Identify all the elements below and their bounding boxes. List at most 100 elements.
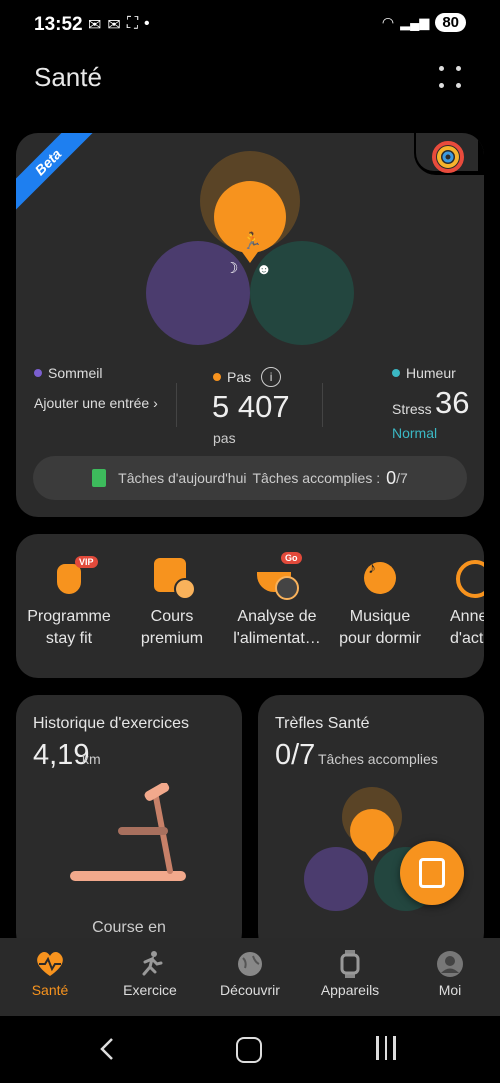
wifi-icon: ◠ <box>381 14 395 30</box>
info-icon[interactable]: i <box>261 367 282 387</box>
screenshot-icon: ⛶ <box>126 15 139 32</box>
page-title: Santé <box>34 62 102 92</box>
dot-icon: • <box>144 15 150 32</box>
quick-item-label: pour dormir <box>339 630 421 647</box>
steps-value: 5 407 <box>212 389 290 424</box>
add-entry-text: Ajouter une entrée <box>34 395 150 411</box>
nav-label: Appareils <box>320 982 380 998</box>
exercise-unit: km <box>82 751 101 767</box>
steps-label-text: Pas <box>227 369 252 385</box>
stress-value: 36 <box>435 385 470 420</box>
quick-item-label: Programme <box>27 608 111 625</box>
mood-label-text: Humeur <box>406 365 456 381</box>
food-bowl-icon: Go <box>257 552 302 600</box>
nav-label: Exercice <box>123 982 177 998</box>
exercise-caption: Course en <box>92 919 166 936</box>
watch-icon <box>340 950 360 978</box>
body-icon: VIP <box>49 556 98 596</box>
bottom-navigation: Santé Exercice Découvrir Appareils Moi <box>0 938 500 1016</box>
sleep-music-icon: ♪ <box>360 556 400 596</box>
sleep-label: Sommeil <box>34 365 102 381</box>
clover-caption: Tâches accomplies <box>318 751 438 767</box>
tasks-today-label: Tâches d'aujourd'hui <box>118 470 247 486</box>
quick-item-food-analysis[interactable]: Go Analyse de l'alimentat… <box>222 552 332 650</box>
stress-status: Normal <box>392 425 438 441</box>
more-options-icon[interactable] <box>437 64 463 90</box>
run-icon: 🏃 <box>242 233 262 250</box>
mail-icon: ✉ <box>107 17 121 34</box>
battery-indicator: 80 <box>435 13 466 32</box>
document-icon <box>92 469 107 487</box>
quick-item-label: d'act <box>450 630 484 647</box>
nav-label: Découvrir <box>220 982 280 998</box>
steps-unit: pas <box>213 430 236 446</box>
quick-item-label: Musique <box>349 608 411 625</box>
exercise-title: Historique d'exercices <box>33 715 190 732</box>
treadmill-icon <box>70 783 186 881</box>
heart-pulse-icon <box>37 952 63 976</box>
nav-label: Moi <box>438 982 462 998</box>
quick-item-label: l'alimentat… <box>233 630 321 647</box>
sleep-dot <box>34 369 42 377</box>
nav-item-discover[interactable]: Découvrir <box>200 950 300 998</box>
go-badge: Go <box>281 552 302 564</box>
task-list-icon <box>419 858 445 888</box>
health-summary-card[interactable]: Beta 🏃 ☽ ☻ Sommeil Ajouter une entrée › … <box>16 133 484 517</box>
running-icon <box>142 951 163 976</box>
exercise-distance: 4,19 <box>33 739 90 771</box>
vip-badge: VIP <box>75 556 98 568</box>
recents-icon[interactable] <box>376 1036 396 1060</box>
nav-item-health[interactable]: Santé <box>0 950 100 998</box>
quick-item-premium-courses[interactable]: Cours premium <box>117 556 227 650</box>
health-clover-card[interactable]: Trèfles Santé 0/7 Tâches accomplies <box>258 695 484 955</box>
signal-icon: ▂▄▆ <box>400 14 430 30</box>
clover-value: 0/7 <box>275 739 316 771</box>
tasks-total: /7 <box>396 470 408 486</box>
quick-item-label: stay fit <box>45 630 93 647</box>
exercise-history-card[interactable]: Historique d'exercices 4,19 km Course en <box>16 695 242 955</box>
messenger-icon: ✉ <box>88 17 102 34</box>
quick-item-sleep-music[interactable]: ♪ Musique pour dormir <box>325 556 435 650</box>
nav-item-exercise[interactable]: Exercice <box>100 950 200 998</box>
avatar-icon <box>437 951 463 977</box>
video-course-icon <box>152 556 196 600</box>
mood-label: Humeur <box>392 365 456 381</box>
quick-item-activity-rings[interactable]: Anne d'act <box>428 556 484 650</box>
ring-badge[interactable] <box>416 133 478 173</box>
nav-item-devices[interactable]: Appareils <box>300 950 400 998</box>
stress-label: Stress <box>392 401 432 417</box>
steps-dot <box>213 373 221 381</box>
quick-item-stay-fit[interactable]: VIP Programme stay fit <box>16 556 124 650</box>
tasks-bar[interactable]: Tâches d'aujourd'hui Tâches accomplies :… <box>33 456 467 500</box>
steps-label: Pas i <box>213 367 282 387</box>
status-bar: 13:52 ✉ ✉ ⛶ • ◠ ▂▄▆ 80 <box>0 0 500 50</box>
sleep-label-text: Sommeil <box>48 365 103 381</box>
smile-icon: ☻ <box>256 261 272 278</box>
home-icon[interactable] <box>236 1037 262 1063</box>
clover-title: Trèfles Santé <box>275 715 370 732</box>
quick-access-row: VIP Programme stay fit Cours premium Go An… <box>16 534 484 678</box>
beta-badge: Beta <box>16 133 106 220</box>
chevron-right-icon: › <box>153 395 158 411</box>
tasks-done-value: 0 <box>386 467 397 488</box>
rings-icon <box>454 556 484 598</box>
tasks-done-label: Tâches accomplies : <box>252 470 381 486</box>
divider <box>176 383 177 427</box>
mood-dot <box>392 369 400 377</box>
quick-item-label: Cours <box>150 608 194 625</box>
add-sleep-entry-link[interactable]: Ajouter une entrée › <box>34 395 158 411</box>
quick-item-label: Analyse de <box>237 608 317 625</box>
divider <box>322 383 323 427</box>
back-icon[interactable] <box>96 1036 120 1062</box>
notification-icons: ✉ ✉ ⛶ • <box>88 15 150 35</box>
system-icons: ◠ ▂▄▆ 80 <box>382 13 466 32</box>
nav-label: Santé <box>31 982 69 998</box>
quick-item-label: Anne <box>450 608 484 625</box>
add-task-fab[interactable] <box>400 841 464 905</box>
moon-icon: ☽ <box>225 260 239 277</box>
globe-icon <box>238 952 262 976</box>
nav-item-me[interactable]: Moi <box>400 950 500 998</box>
quick-item-label: premium <box>140 630 204 647</box>
system-navigation <box>0 1016 500 1083</box>
status-time: 13:52 <box>34 14 83 35</box>
